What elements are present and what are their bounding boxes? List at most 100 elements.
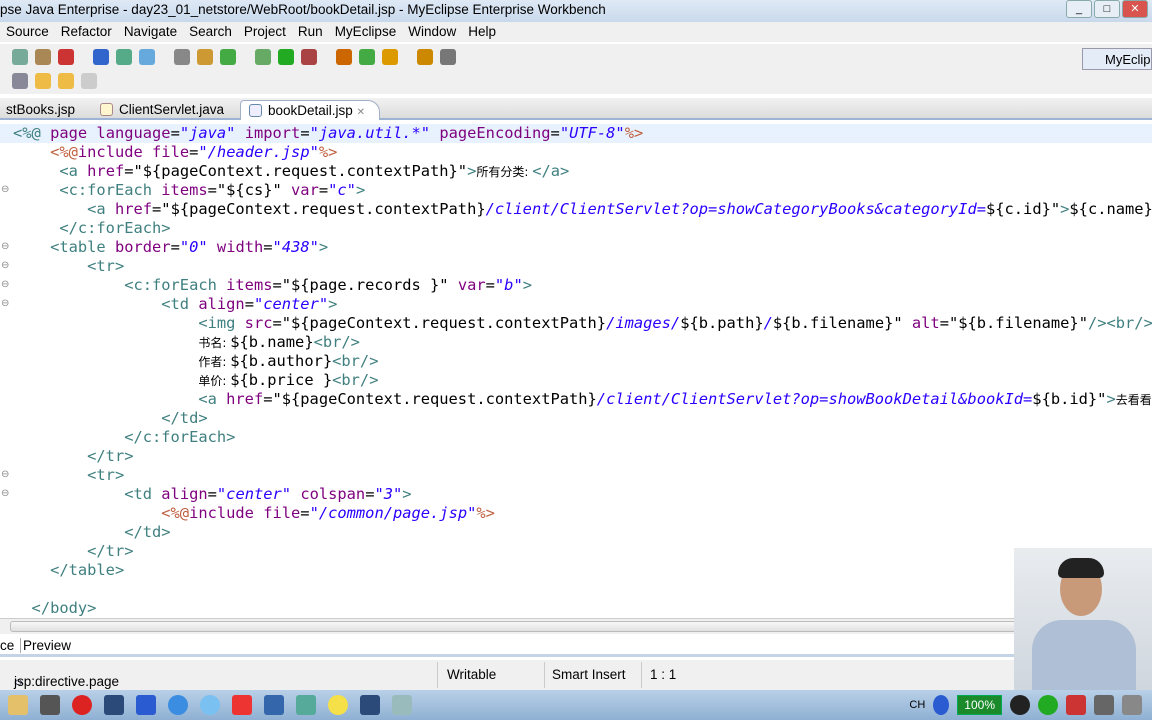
code-line[interactable]: </tr> bbox=[13, 542, 133, 561]
myeclipse-icon[interactable] bbox=[104, 695, 124, 715]
toolbar-icon[interactable] bbox=[174, 49, 190, 65]
code-token: "center" bbox=[253, 295, 329, 313]
tab-preview[interactable]: Preview bbox=[20, 638, 71, 653]
code-line[interactable]: </body> bbox=[13, 599, 97, 618]
toolbar-icon[interactable] bbox=[93, 49, 109, 65]
language-indicator[interactable]: CH bbox=[909, 699, 925, 711]
code-line[interactable]: <tr> bbox=[13, 257, 124, 276]
fold-toggle-icon[interactable]: ⊖ bbox=[1, 469, 9, 480]
battery-indicator[interactable]: 100% bbox=[957, 695, 1002, 715]
toolbar-icon[interactable] bbox=[12, 49, 28, 65]
menu-source[interactable]: Source bbox=[0, 22, 55, 42]
nav-arrow-icon[interactable] bbox=[58, 73, 74, 89]
code-editor[interactable]: <%@ page language="java" import="java.ut… bbox=[0, 122, 1152, 618]
code-line[interactable]: <c:forEach items="${page.records }" var=… bbox=[13, 276, 532, 295]
code-line[interactable]: </tr> bbox=[13, 447, 133, 466]
code-line[interactable]: <img src="${pageContext.request.contextP… bbox=[13, 314, 1152, 333]
star-icon[interactable] bbox=[232, 695, 252, 715]
toolbar-icon[interactable] bbox=[440, 49, 456, 65]
code-line[interactable]: <a href="${pageContext.request.contextPa… bbox=[13, 390, 1152, 409]
fold-toggle-icon[interactable]: ⊖ bbox=[1, 260, 9, 271]
tab-bookdetail[interactable]: bookDetail.jsp ✕ bbox=[240, 100, 380, 120]
toolbar-icon[interactable] bbox=[116, 49, 132, 65]
menu-search[interactable]: Search bbox=[183, 22, 238, 42]
toolbar-icon[interactable] bbox=[220, 49, 236, 65]
close-button[interactable]: ✕ bbox=[1122, 0, 1148, 18]
nav-arrow-icon[interactable] bbox=[81, 73, 97, 89]
nav-arrow-icon[interactable] bbox=[12, 73, 28, 89]
scrollbar-thumb[interactable] bbox=[10, 621, 1140, 632]
code-line[interactable]: <%@include file="/header.jsp"%> bbox=[13, 143, 337, 162]
ie-icon[interactable] bbox=[168, 695, 188, 715]
code-line[interactable]: </td> bbox=[13, 523, 170, 542]
tab-source[interactable]: ce bbox=[0, 638, 14, 653]
menu-navigate[interactable]: Navigate bbox=[118, 22, 183, 42]
toolbar-icon[interactable] bbox=[382, 49, 398, 65]
toolbar-icon[interactable] bbox=[139, 49, 155, 65]
code-token: <br/> bbox=[332, 371, 379, 389]
volume-icon[interactable] bbox=[1122, 695, 1142, 715]
word-icon[interactable] bbox=[136, 695, 156, 715]
code-line[interactable]: 单价: ${b.price }<br/> bbox=[13, 371, 378, 390]
maximize-button[interactable]: □ bbox=[1094, 0, 1120, 18]
code-token: = bbox=[263, 238, 273, 256]
note-icon[interactable] bbox=[328, 695, 348, 715]
code-line[interactable]: <td align="center" colspan="3"> bbox=[13, 485, 411, 504]
screen-icon[interactable] bbox=[392, 695, 412, 715]
code-line[interactable]: <tr> bbox=[13, 466, 124, 485]
tray-green-icon[interactable] bbox=[1038, 695, 1058, 715]
menu-run[interactable]: Run bbox=[292, 22, 329, 42]
remote-icon[interactable] bbox=[296, 695, 316, 715]
toolbar-icon[interactable] bbox=[35, 49, 51, 65]
menu-project[interactable]: Project bbox=[238, 22, 292, 42]
toolbar-icon[interactable] bbox=[255, 49, 271, 65]
tray-device-icon[interactable] bbox=[1094, 695, 1114, 715]
code-line[interactable]: 作者: ${b.author}<br/> bbox=[13, 352, 378, 371]
toolbar-icon[interactable] bbox=[417, 49, 433, 65]
power-icon[interactable] bbox=[1010, 695, 1030, 715]
code-line[interactable]: <td align="center"> bbox=[13, 295, 337, 314]
myeclipse-window-icon[interactable] bbox=[360, 695, 380, 715]
minimize-button[interactable]: _ bbox=[1066, 0, 1092, 18]
code-line[interactable]: 书名: ${b.name}<br/> bbox=[13, 333, 360, 352]
record-icon[interactable] bbox=[72, 695, 92, 715]
menu-window[interactable]: Window bbox=[402, 22, 462, 42]
tab-clientservlet[interactable]: ClientServlet.java bbox=[92, 100, 232, 120]
video-icon[interactable] bbox=[264, 695, 284, 715]
code-line[interactable]: </td> bbox=[13, 409, 207, 428]
code-line[interactable]: <a href="${pageContext.request.contextPa… bbox=[13, 200, 1152, 219]
app-icon[interactable] bbox=[40, 695, 60, 715]
code-line[interactable]: <%@include file="/common/page.jsp"%> bbox=[13, 504, 495, 523]
messenger-icon[interactable] bbox=[200, 695, 220, 715]
perspective-myeclipse[interactable]: MyEclip bbox=[1082, 48, 1152, 70]
fold-toggle-icon[interactable]: ⊖ bbox=[1, 184, 9, 195]
fold-toggle-icon[interactable]: ⊖ bbox=[1, 298, 9, 309]
close-tab-icon[interactable]: ✕ bbox=[357, 107, 365, 118]
toolbar-icon[interactable] bbox=[359, 49, 375, 65]
toolbar-icon[interactable] bbox=[58, 49, 74, 65]
toolbar-icon[interactable] bbox=[336, 49, 352, 65]
nav-arrow-icon[interactable] bbox=[35, 73, 51, 89]
fold-toggle-icon[interactable]: ⊖ bbox=[1, 241, 9, 252]
code-line[interactable]: <a href="${pageContext.request.contextPa… bbox=[13, 162, 569, 181]
code-line[interactable]: <c:forEach items="${cs}" var="c"> bbox=[13, 181, 365, 200]
menu-refactor[interactable]: Refactor bbox=[55, 22, 118, 42]
menu-help[interactable]: Help bbox=[462, 22, 502, 42]
help-icon[interactable] bbox=[933, 695, 950, 715]
code-line[interactable]: <%@ page language="java" import="java.ut… bbox=[0, 124, 1152, 143]
toolbar-icon[interactable] bbox=[278, 49, 294, 65]
code-line[interactable]: </c:forEach> bbox=[13, 219, 170, 238]
code-line[interactable]: </table> bbox=[13, 561, 124, 580]
menu-myeclipse[interactable]: MyEclipse bbox=[329, 22, 403, 42]
code-line[interactable]: <table border="0" width="438"> bbox=[13, 238, 328, 257]
tab-listbooks[interactable]: stBooks.jsp bbox=[0, 100, 83, 120]
code-token: "b" bbox=[494, 276, 523, 294]
horizontal-scrollbar[interactable] bbox=[0, 618, 1152, 634]
tray-security-icon[interactable] bbox=[1066, 695, 1086, 715]
toolbar-icon[interactable] bbox=[301, 49, 317, 65]
code-line[interactable]: </c:forEach> bbox=[13, 428, 235, 447]
explorer-icon[interactable] bbox=[8, 695, 28, 715]
toolbar-icon[interactable] bbox=[197, 49, 213, 65]
fold-toggle-icon[interactable]: ⊖ bbox=[1, 279, 9, 290]
fold-toggle-icon[interactable]: ⊖ bbox=[1, 488, 9, 499]
